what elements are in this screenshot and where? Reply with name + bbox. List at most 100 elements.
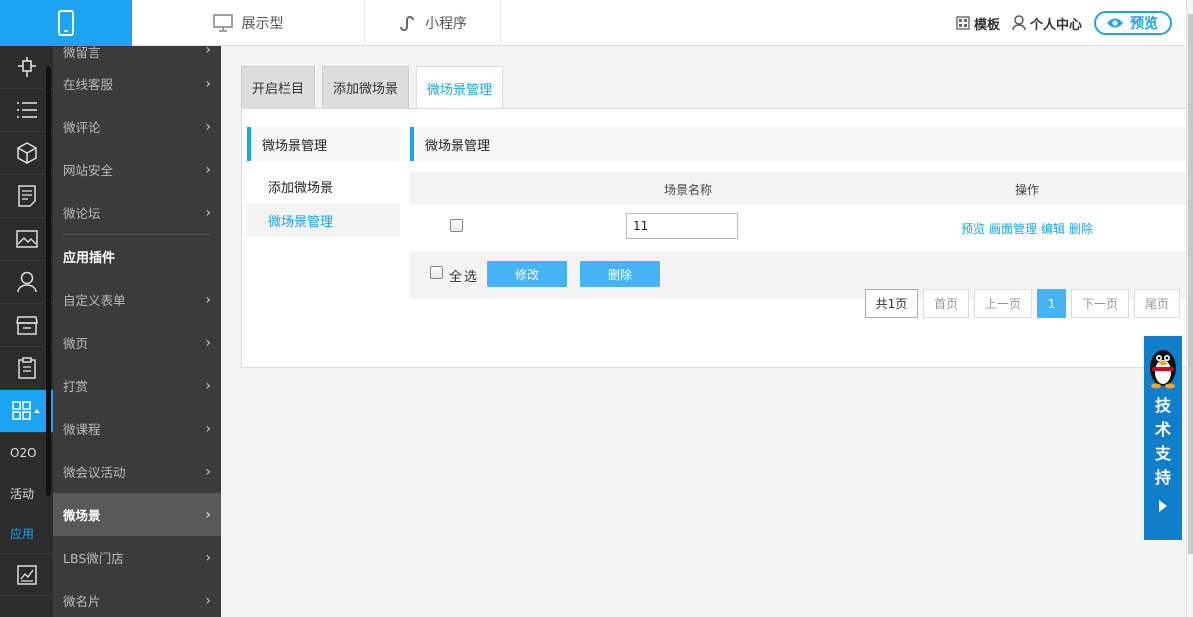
row-checkbox[interactable]	[450, 219, 463, 232]
tab-open-column[interactable]: 开启栏目	[241, 66, 316, 108]
tab-miniprogram-label: 小程序	[425, 16, 467, 32]
submenu-item[interactable]: 网站安全 ›	[53, 148, 221, 191]
page-last[interactable]: 尾页	[1134, 289, 1180, 318]
scrollbar-thumb[interactable]	[1188, 14, 1193, 554]
page-first[interactable]: 首页	[923, 289, 969, 318]
qq-penguin-icon	[1150, 350, 1176, 389]
chevron-right-icon: ›	[205, 506, 211, 523]
rail-item-stats[interactable]	[0, 553, 53, 596]
template-icon	[956, 16, 970, 30]
tab-add-scene[interactable]: 添加微场景	[322, 66, 410, 108]
content-header: 微场景管理	[410, 127, 1187, 161]
submenu-item[interactable]: 微留言 ›	[53, 46, 221, 62]
modify-button[interactable]: 修改	[487, 261, 567, 287]
phone-icon	[58, 10, 74, 36]
document-icon	[17, 185, 36, 207]
tab-miniprogram[interactable]: 小程序	[365, 0, 501, 46]
submenu-item[interactable]: 在线客服 ›	[53, 62, 221, 105]
eye-icon	[1107, 18, 1123, 28]
left-nav-item-manage[interactable]: 微场景管理	[247, 203, 400, 237]
mobile-site-button[interactable]	[0, 0, 132, 46]
miniprogram-icon	[400, 16, 414, 31]
submenu-item[interactable]: 微论坛 ›	[53, 191, 221, 234]
pagination: 共1页 首页 上一页 1 下一页 尾页	[865, 289, 1185, 318]
tech-support-widget[interactable]: 技术支持	[1144, 336, 1182, 540]
column-scene-name: 场景名称	[664, 183, 713, 197]
delete-button[interactable]: 删除	[580, 261, 660, 287]
page-total: 共1页	[865, 289, 918, 318]
user-center-label: 个人中心	[1029, 17, 1082, 33]
page-current[interactable]: 1	[1037, 289, 1066, 318]
tab-showcase-label: 展示型	[241, 16, 284, 32]
submenu-item[interactable]: 自定义表单 ›	[53, 278, 221, 321]
submenu-item[interactable]: 微课程 ›	[53, 407, 221, 450]
rail-item-application[interactable]: 应用	[0, 513, 53, 553]
chevron-right-icon: ›	[205, 420, 211, 437]
grid-icon	[11, 401, 40, 420]
icon-rail: O2O 活动 应用	[0, 46, 53, 617]
submenu-item-active[interactable]: 微场景 ›	[53, 493, 221, 536]
edit-link[interactable]: 编辑	[1041, 220, 1065, 237]
page-prev[interactable]: 上一页	[974, 289, 1032, 318]
chevron-right-icon: ›	[205, 75, 211, 92]
submenu-item[interactable]: LBS微门店 ›	[53, 536, 221, 579]
list-icon	[16, 102, 37, 118]
template-link[interactable]: 模板	[956, 14, 1000, 33]
top-bar: 展示型 小程序 模板 个人中心 预览	[0, 0, 1186, 46]
chevron-right-icon: ›	[205, 592, 211, 609]
chevron-right-icon: ›	[205, 46, 211, 58]
preview-button[interactable]: 预览	[1094, 11, 1172, 35]
preview-label: 预览	[1130, 16, 1158, 32]
monitor-icon	[212, 14, 233, 32]
delete-link[interactable]: 删除	[1069, 220, 1093, 237]
preview-link[interactable]: 预览	[961, 220, 985, 237]
left-nav-header: 微场景管理	[247, 127, 400, 161]
column-operations: 操作	[1015, 183, 1040, 197]
main-area: 开启栏目 添加微场景 微场景管理 微场景管理 添加微场景 微场景管理 微场景管理…	[221, 46, 1187, 617]
submenu-panel: 微留言 › 在线客服 › 微评论 › 网站安全 › 微论坛 › 应用插件 自定义表单 › 微…	[53, 46, 221, 617]
page-next[interactable]: 下一页	[1071, 289, 1129, 318]
submenu-item[interactable]: 打赏 ›	[53, 364, 221, 407]
chart-icon	[16, 564, 37, 585]
chevron-right-icon: ›	[205, 204, 211, 221]
left-nav: 微场景管理 添加微场景 微场景管理	[247, 127, 400, 237]
tab-manage-scene[interactable]: 微场景管理	[416, 66, 504, 109]
chevron-right-icon: ›	[205, 463, 211, 480]
chevron-right-icon: ›	[205, 334, 211, 351]
template-label: 模板	[973, 17, 1000, 33]
table-row: 11 预览 画面管理 编辑 删除	[410, 205, 1187, 251]
page-scrollbar[interactable]	[1186, 0, 1193, 617]
tech-support-label: 技术支持	[1155, 396, 1172, 487]
section-title: 应用插件	[63, 251, 116, 266]
user-icon	[1012, 15, 1026, 31]
submenu-item[interactable]: 微名片 ›	[53, 579, 221, 617]
row-operations: 预览 画面管理 编辑 删除	[961, 220, 1097, 237]
cube-icon	[16, 142, 37, 164]
submenu-item[interactable]: 微会议活动 ›	[53, 450, 221, 493]
rail-scrollbar[interactable]	[46, 66, 51, 496]
content-panel: 微场景管理 添加微场景 微场景管理 微场景管理 场景名称 操作 11 预览 画面…	[241, 108, 1187, 368]
submenu-item[interactable]: 微评论 ›	[53, 105, 221, 148]
clipboard-icon	[17, 357, 36, 379]
chevron-right-icon: ›	[205, 377, 211, 394]
submenu-item[interactable]: 微页 ›	[53, 321, 221, 364]
tab-bar: 开启栏目 添加微场景 微场景管理	[241, 66, 510, 109]
select-all-checkbox[interactable]	[430, 266, 443, 279]
tab-showcase[interactable]: 展示型	[132, 0, 365, 46]
user-center-link[interactable]: 个人中心	[1012, 14, 1082, 33]
user-icon	[16, 271, 37, 293]
scene-name-input[interactable]: 11	[626, 213, 738, 239]
chevron-right-icon: ›	[205, 291, 211, 308]
scene-list: 微场景管理 场景名称 操作 11 预览 画面管理 编辑 删除 全选 修改 删除	[410, 127, 1187, 299]
select-all-label[interactable]: 全选	[449, 266, 479, 285]
screen-manage-link[interactable]: 画面管理	[989, 220, 1037, 237]
chevron-right-icon: ›	[205, 549, 211, 566]
chevron-right-icon: ›	[205, 161, 211, 178]
image-icon	[15, 230, 38, 248]
table-header: 场景名称 操作	[410, 172, 1187, 205]
left-nav-item-add[interactable]: 添加微场景	[247, 169, 400, 203]
caret-right-icon	[1159, 500, 1167, 512]
chevron-right-icon: ›	[205, 118, 211, 135]
store-icon	[15, 316, 38, 335]
plug-icon	[17, 57, 36, 77]
